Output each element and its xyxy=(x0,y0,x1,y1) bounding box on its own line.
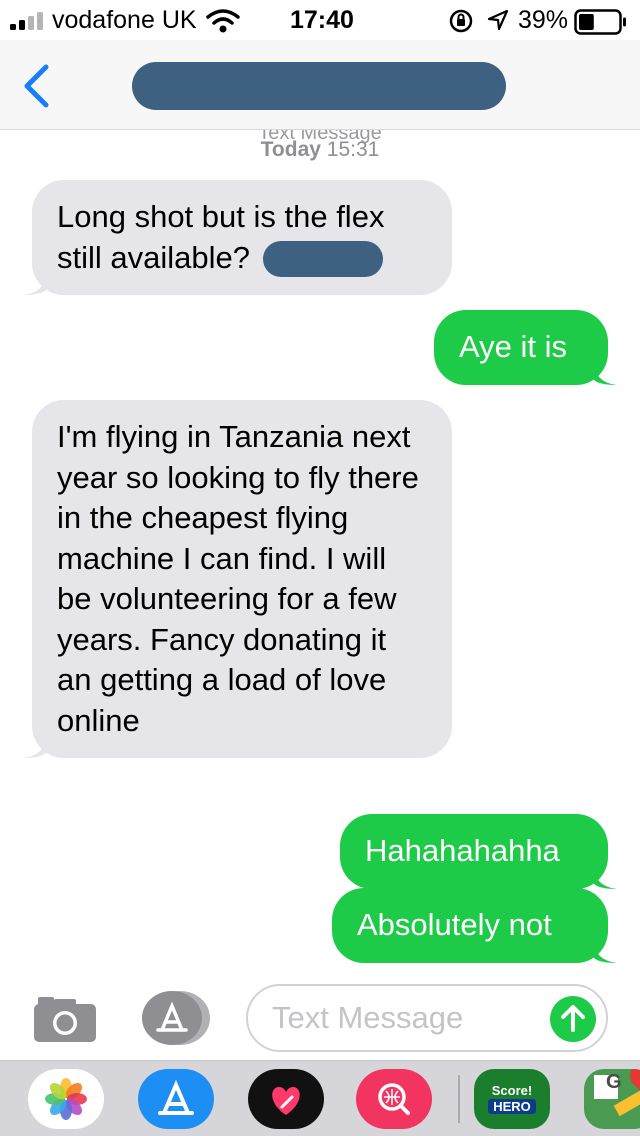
timestamp: Today 15:31 xyxy=(0,138,640,162)
google-maps-app-button[interactable]: G xyxy=(584,1069,640,1129)
message-input[interactable] xyxy=(272,996,532,1040)
message-text: Absolutely not xyxy=(357,907,552,942)
orientation-lock-icon xyxy=(449,9,473,33)
maps-letter: G xyxy=(606,1071,622,1093)
nav-bar xyxy=(0,40,640,130)
image-search-app-button[interactable] xyxy=(356,1069,432,1129)
message-field[interactable] xyxy=(246,984,608,1052)
message-bubble-sent[interactable]: Absolutely not xyxy=(332,888,617,963)
digital-touch-icon xyxy=(272,1087,300,1115)
image-search-icon xyxy=(378,1083,410,1115)
app-store-icon[interactable] xyxy=(140,990,216,1046)
chevron-left-icon[interactable] xyxy=(22,64,50,108)
status-bar: vodafone UK 17:40 39% xyxy=(0,0,640,40)
location-arrow-icon xyxy=(487,9,509,31)
bubble-tail xyxy=(23,736,47,758)
message-bubble-sent[interactable]: Aye it is xyxy=(434,310,617,385)
signal-strength-icon xyxy=(10,12,43,30)
redacted-content xyxy=(262,240,383,277)
conversation: Text Message Today 15:31 Long shot but i… xyxy=(0,130,640,974)
photos-app-button[interactable] xyxy=(28,1069,104,1129)
app-drawer: Score! HERO G xyxy=(0,1060,640,1136)
camera-icon[interactable] xyxy=(30,994,100,1044)
message-text: I'm flying in Tanzania next year so look… xyxy=(57,419,419,738)
drawer-divider xyxy=(458,1075,460,1123)
contact-name-redacted[interactable] xyxy=(132,62,506,110)
digital-touch-app-button[interactable] xyxy=(248,1069,324,1129)
timestamp-time: 15:31 xyxy=(326,138,380,161)
send-button[interactable] xyxy=(550,996,596,1042)
wifi-icon xyxy=(206,9,240,33)
message-bubble-received[interactable]: I'm flying in Tanzania next year so look… xyxy=(23,400,452,758)
bubble-tail xyxy=(593,866,617,889)
photos-icon xyxy=(45,1078,87,1120)
carrier-name: vodafone UK xyxy=(52,6,197,34)
message-text: Hahahahahha xyxy=(365,833,560,868)
app-store-app-button[interactable] xyxy=(138,1069,214,1129)
message-text: Aye it is xyxy=(459,329,567,364)
message-bubble-received[interactable]: Long shot but is the flex still availabl… xyxy=(23,180,452,295)
score-hero-label-1: Score! xyxy=(491,1083,533,1098)
clock: 17:40 xyxy=(290,6,354,34)
google-maps-icon: G xyxy=(584,1069,640,1129)
bubble-tail xyxy=(23,273,47,295)
app-store-icon xyxy=(158,1079,194,1115)
bubble-tail xyxy=(593,940,617,963)
score-hero-label-2: HERO xyxy=(488,1099,536,1114)
battery-icon xyxy=(574,9,626,35)
bubble-tail xyxy=(593,362,617,385)
timestamp-day: Today xyxy=(260,138,321,161)
battery-percentage: 39% xyxy=(518,6,569,34)
score-hero-app-button[interactable]: Score! HERO xyxy=(474,1069,550,1129)
send-arrow-icon xyxy=(561,1005,585,1032)
input-bar xyxy=(0,974,640,1060)
message-bubble-sent[interactable]: Hahahahahha xyxy=(340,814,617,889)
